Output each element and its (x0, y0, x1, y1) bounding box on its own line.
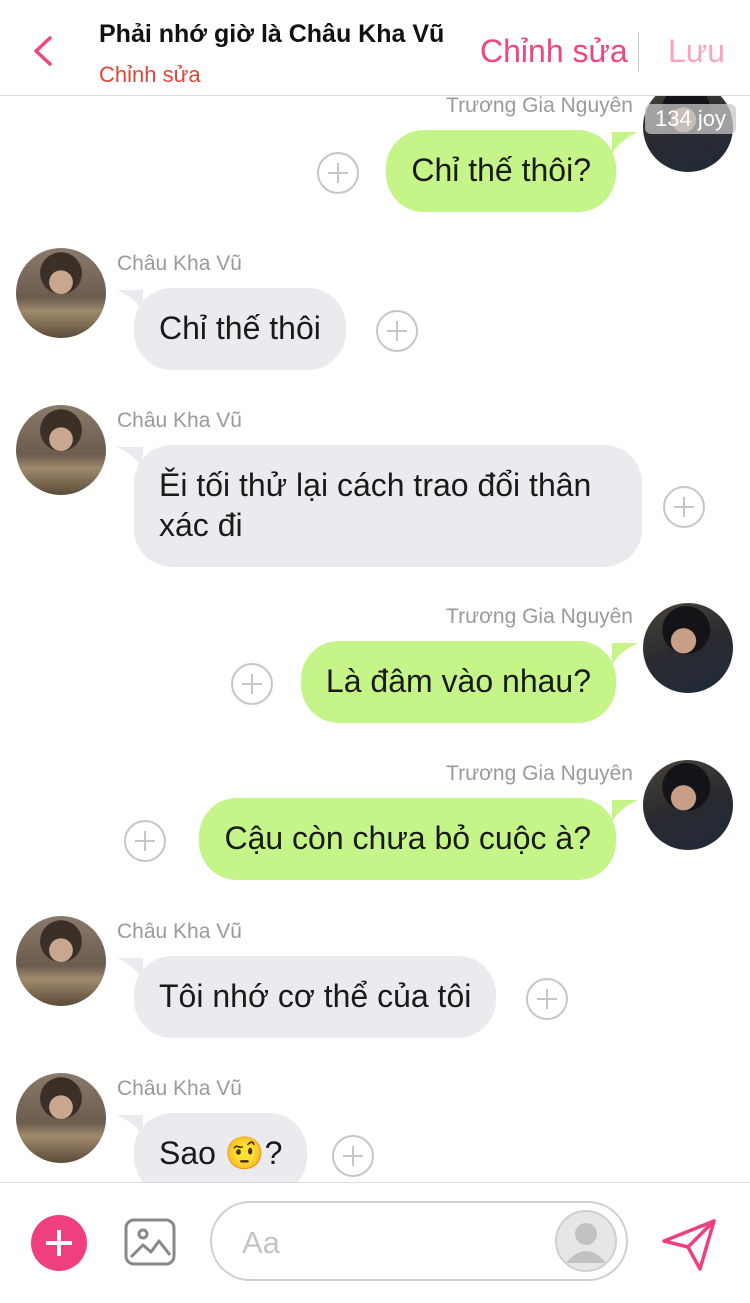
message-text: Tôi nhớ cơ thể của tôi (159, 978, 472, 1014)
react-plus-icon[interactable] (317, 152, 359, 194)
chat-header: Phải nhớ giờ là Châu Kha Vũ Chỉnh sửa Ch… (0, 0, 750, 96)
message-row: Trương Gia Nguyên Chỉ thế thôi? 134 joy (0, 96, 750, 212)
message-text: Ěi tối thử lại cách trao đổi thân xác đi (159, 467, 592, 543)
message-row: Trương Gia Nguyên Cậu còn chưa bỏ cuộc à… (0, 760, 750, 890)
react-plus-icon[interactable] (526, 978, 568, 1020)
sender-name: Trương Gia Nguyên (446, 762, 633, 785)
incoming-bubble: Ěi tối thử lại cách trao đổi thân xác đi (134, 445, 642, 567)
outgoing-bubble: Là đâm vào nhau? (300, 641, 616, 723)
sender-name: Châu Kha Vũ (117, 1077, 242, 1100)
sender-name: Trương Gia Nguyên (446, 605, 633, 628)
message-text: Là đâm vào nhau? (325, 663, 591, 699)
chat-subtitle[interactable]: Chỉnh sửa (99, 62, 201, 88)
sender-name: Châu Kha Vũ (117, 409, 242, 432)
save-button[interactable]: Lưu (668, 33, 725, 70)
react-plus-icon[interactable] (376, 310, 418, 352)
outgoing-bubble: Cậu còn chưa bỏ cuộc à? (199, 798, 616, 880)
avatar[interactable] (16, 1073, 106, 1163)
avatar[interactable] (16, 405, 106, 495)
header-divider (638, 32, 639, 72)
bubble-tail (612, 643, 638, 665)
message-text: Chỉ thế thôi? (411, 152, 591, 188)
incoming-bubble: Chỉ thế thôi (134, 288, 346, 370)
composer-bar: Aa (0, 1182, 750, 1303)
chat-area[interactable]: Trương Gia Nguyên Chỉ thế thôi? 134 joy … (0, 96, 750, 1182)
avatar[interactable] (643, 603, 733, 693)
user-icon[interactable] (554, 1209, 618, 1273)
react-plus-icon[interactable] (231, 663, 273, 705)
message-row: Châu Kha Vũ Tôi nhớ cơ thể của tôi (0, 916, 750, 1046)
react-plus-icon[interactable] (663, 486, 705, 528)
message-text: Cậu còn chưa bỏ cuộc à? (224, 820, 591, 856)
react-plus-icon[interactable] (124, 820, 166, 862)
sender-name: Châu Kha Vũ (117, 252, 242, 275)
outgoing-bubble: Chỉ thế thôi? (386, 130, 616, 212)
message-text: Chỉ thế thôi (159, 310, 321, 346)
image-icon[interactable] (123, 1217, 177, 1267)
avatar[interactable] (643, 760, 733, 850)
message-text: Sao 🤨? (159, 1135, 283, 1171)
bubble-tail (612, 132, 638, 154)
input-placeholder: Aa (242, 1225, 280, 1260)
incoming-bubble: Sao 🤨? (134, 1113, 308, 1182)
sender-name: Trương Gia Nguyên (446, 96, 633, 117)
avatar[interactable] (16, 248, 106, 338)
chat-title: Phải nhớ giờ là Châu Kha Vũ (99, 20, 445, 48)
send-icon[interactable] (660, 1215, 718, 1273)
incoming-bubble: Tôi nhớ cơ thể của tôi (134, 956, 497, 1038)
chevron-left-icon[interactable] (30, 34, 58, 68)
avatar[interactable] (16, 916, 106, 1006)
sender-name: Châu Kha Vũ (117, 920, 242, 943)
bubble-tail (612, 800, 638, 822)
joy-badge: 134 joy (645, 104, 736, 134)
react-plus-icon[interactable] (332, 1135, 374, 1177)
edit-button[interactable]: Chỉnh sửa (480, 33, 628, 70)
message-input[interactable]: Aa (210, 1201, 628, 1281)
message-row: Trương Gia Nguyên Là đâm vào nhau? (0, 603, 750, 733)
message-row: Châu Kha Vũ Sao 🤨? (0, 1073, 750, 1182)
message-row: Châu Kha Vũ Ěi tối thử lại cách trao đổi… (0, 405, 750, 575)
message-row: Châu Kha Vũ Chỉ thế thôi (0, 248, 750, 378)
add-button[interactable] (31, 1215, 87, 1271)
